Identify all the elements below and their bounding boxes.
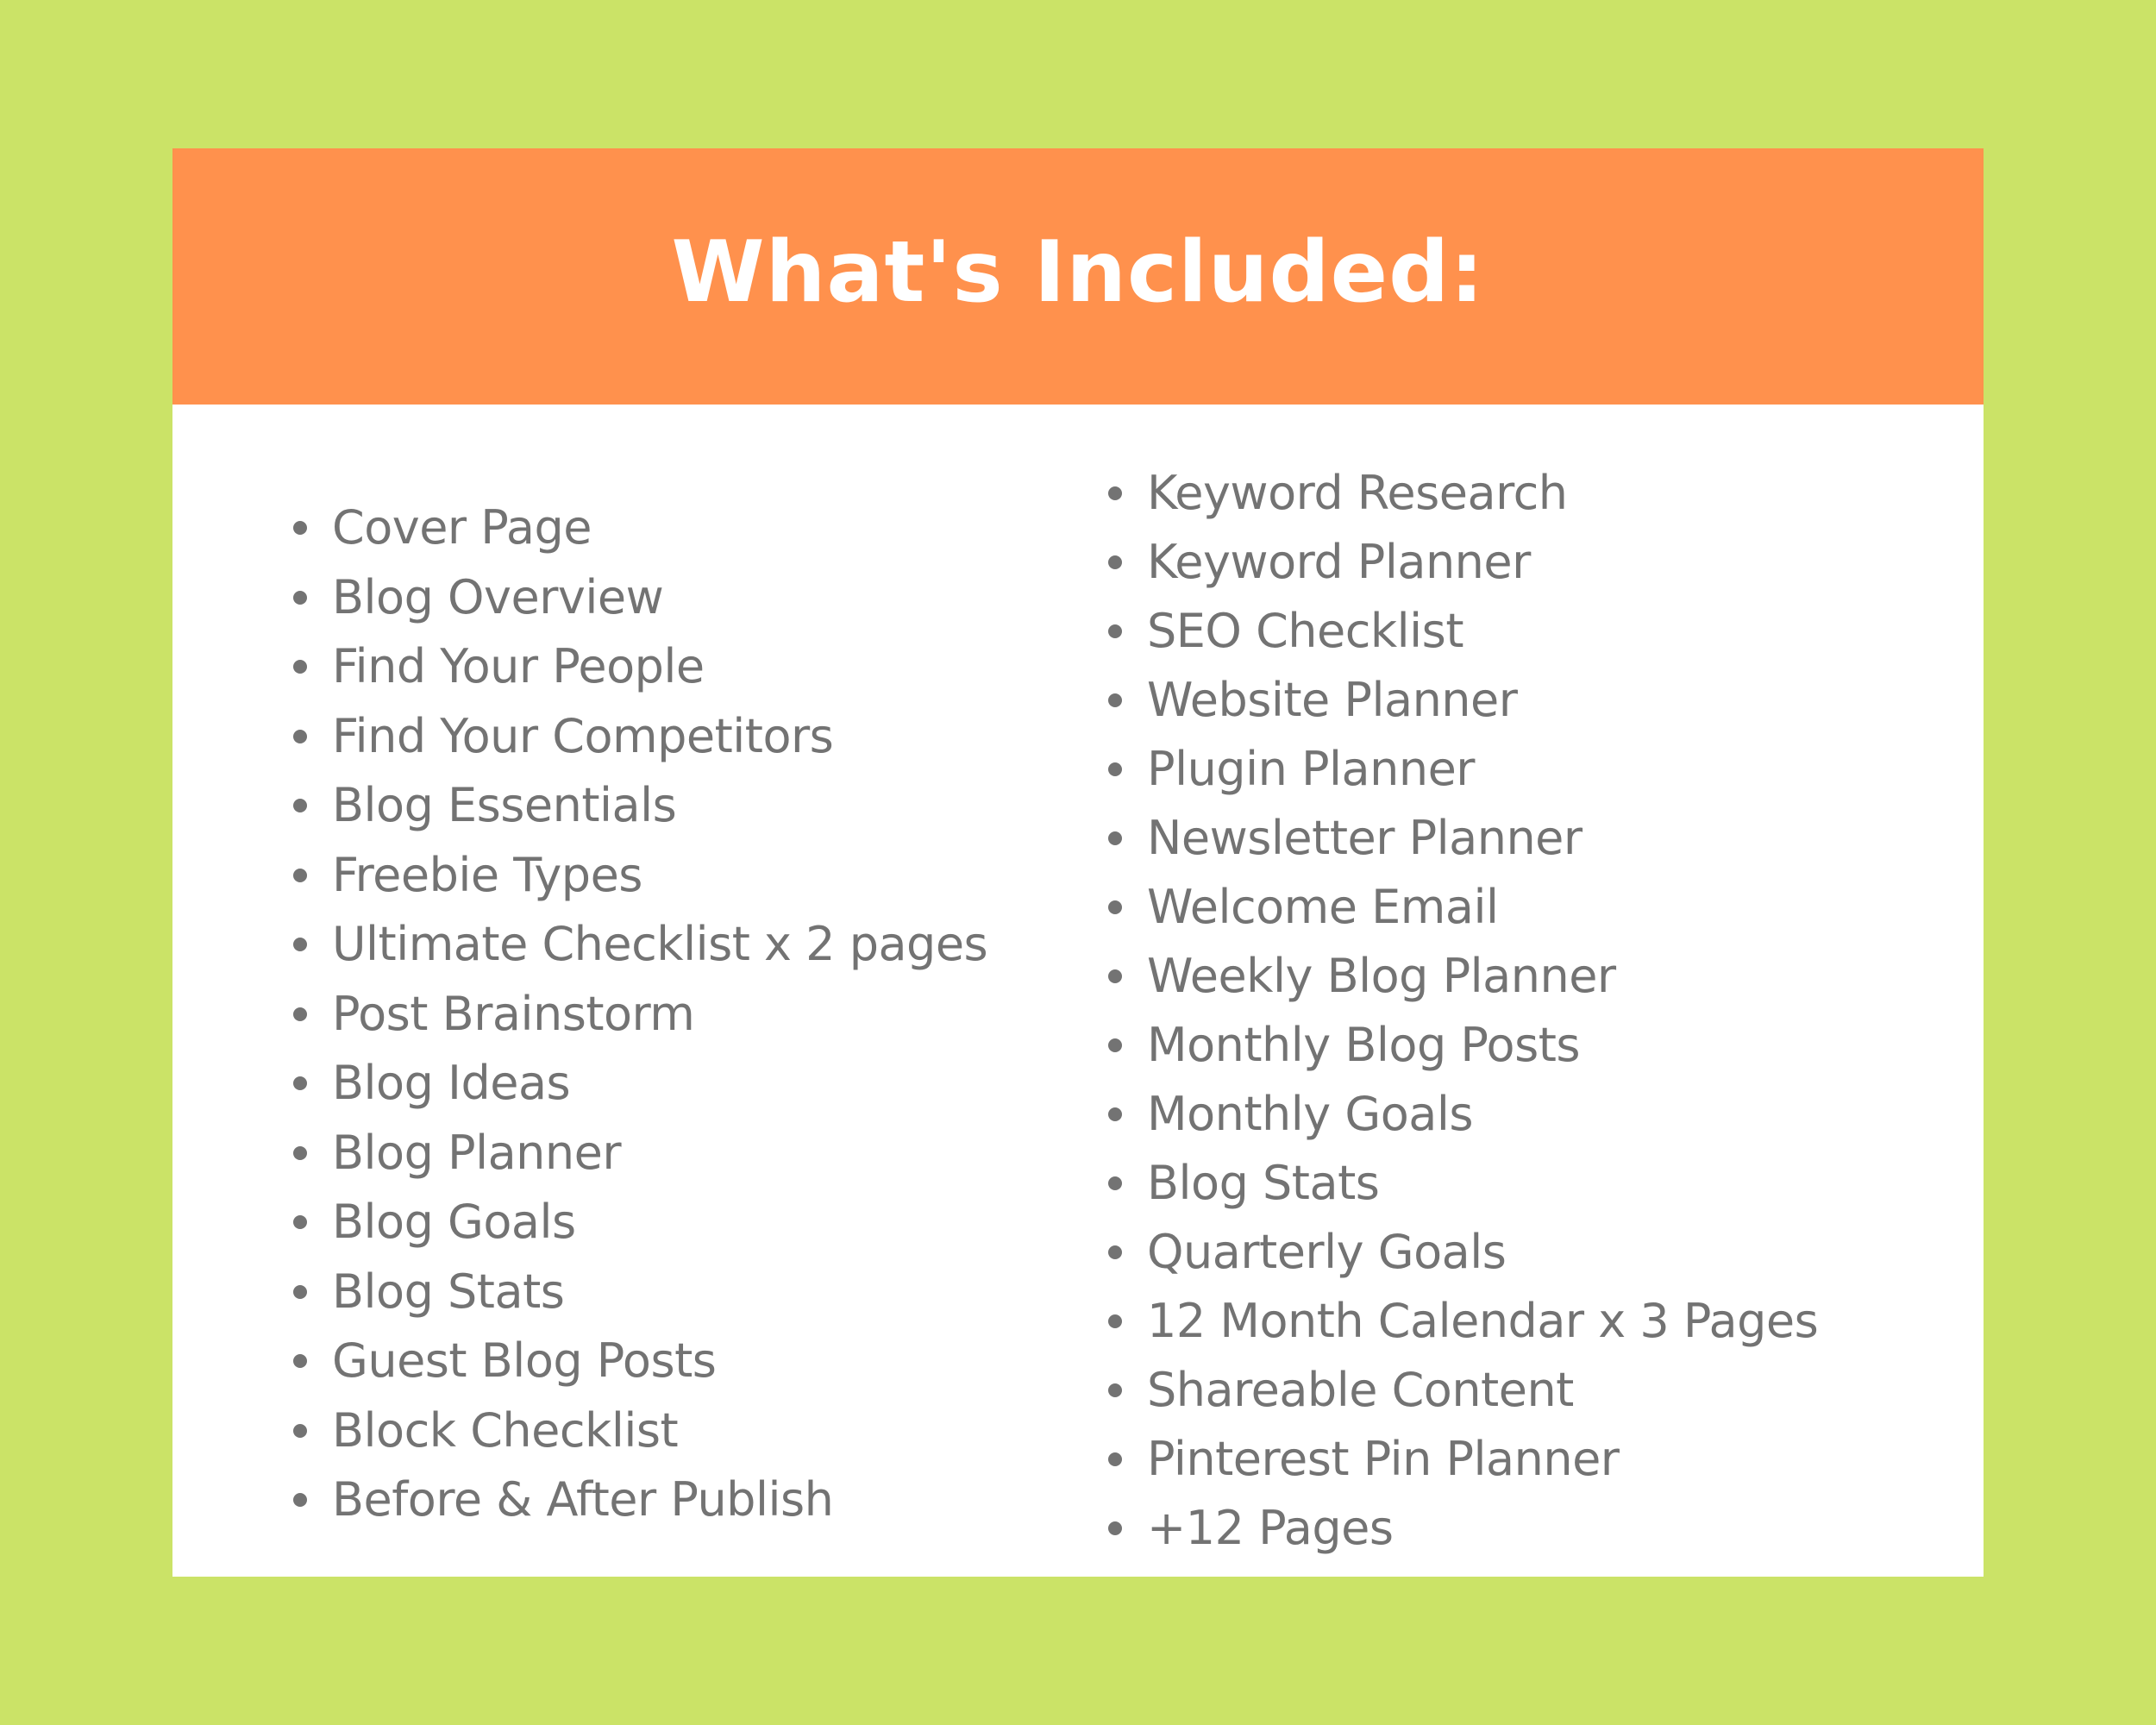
list-item-label: 12 Month Calendar x 3 Pages [1147,1294,1819,1348]
list-item: Blog Stats [1108,1149,1818,1218]
bullet-icon [1108,1245,1122,1259]
list-item-label: Blog Planner [332,1125,622,1180]
list-item: Plugin Planner [1108,735,1818,804]
list-item-label: Welcome Email [1147,880,1499,934]
list-item-label: Before & After Publish [332,1472,834,1527]
list-item-label: Find Your People [332,639,705,693]
list-item: Find Your Competitors [293,702,987,772]
list-item: Ultimate Checklist x 2 pages [293,910,988,980]
list-item-label: Guest Blog Posts [332,1333,717,1388]
list-item-label: SEO Checklist [1147,604,1464,658]
bullet-icon [1108,555,1122,569]
list-item: Weekly Blog Planner [1108,942,1818,1011]
list-item-label: Quarterly Goals [1147,1225,1507,1279]
list-item-label: Plugin Planner [1147,742,1476,796]
list-item: Keyword Research [1108,459,1818,528]
list-item-label: Post Brainstorm [332,986,695,1041]
list-item-label: Monthly Goals [1147,1087,1474,1141]
list-item: Find Your People [293,632,987,702]
list-item: Cover Page [293,493,987,563]
list-item-label: Blog Stats [1147,1156,1380,1210]
bullet-icon [293,521,307,535]
list-item: SEO Checklist [1108,597,1818,666]
list-item: Shareable Content [1108,1356,1818,1425]
bullet-icon [293,938,307,951]
header-banner: What's Included: [172,148,1984,405]
list-item-label: Cover Page [332,500,592,555]
bullet-icon [293,868,307,882]
bullet-icon [293,590,307,605]
list-item: Blog Planner [293,1119,987,1189]
bullet-icon [1108,831,1122,845]
bullet-icon [1108,1383,1122,1397]
list-item-label: +12 Pages [1147,1501,1394,1555]
bullet-icon [293,1284,307,1299]
list-item-label: Block Checklist [332,1402,679,1458]
bullet-icon [293,1076,307,1090]
list-item-label: Keyword Research [1147,466,1568,520]
bullet-icon [1108,762,1122,776]
list-item-label: Newsletter Planner [1147,811,1583,865]
bullet-icon [1108,1314,1122,1328]
bullet-icon [1108,1452,1122,1466]
bullet-icon [293,1007,307,1021]
list-item: Quarterly Goals [1108,1218,1818,1287]
bullet-icon [1108,969,1122,983]
list-item-label: Blog Goals [332,1195,576,1249]
included-card: What's Included: Cover Page Blog Overview… [172,148,1984,1577]
bullet-icon [1108,624,1122,638]
bullet-icon [1108,693,1122,707]
list-item-label: Keyword Planner [1147,535,1531,589]
bullet-icon [1108,900,1122,914]
bullet-icon [293,729,307,743]
list-item-label: Blog Essentials [332,778,677,832]
bullet-icon [293,660,307,674]
bullet-icon [1108,1038,1122,1052]
list-item: Monthly Blog Posts [1108,1011,1818,1080]
list-item-label: Blog Overview [332,569,664,624]
list-item: Freebie Types [293,841,987,911]
included-list-left: Cover Page Blog Overview Find Your People F… [293,493,988,1535]
bullet-icon [293,1145,307,1160]
bullet-icon [293,799,307,812]
page-title: What's Included: [671,223,1485,322]
bullet-icon [1108,1176,1122,1190]
list-item: Keyword Planner [1108,528,1818,597]
list-item-label: Weekly Blog Planner [1147,949,1616,1003]
list-item: Post Brainstorm [293,980,987,1050]
list-item: Website Planner [1108,666,1818,735]
list-item-label: Blog Stats [332,1264,565,1319]
list-item-label: Freebie Types [332,847,642,902]
list-item: Welcome Email [1108,873,1818,942]
list-item: Blog Goals [293,1188,987,1258]
list-item-label: Monthly Blog Posts [1147,1018,1581,1072]
list-item: Guest Blog Posts [293,1327,987,1396]
list-item: Newsletter Planner [1108,804,1818,873]
list-item-label: Blog Ideas [332,1056,571,1110]
list-item: Blog Overview [293,563,987,633]
list-item-label: Shareable Content [1147,1363,1574,1417]
list-item: Blog Ideas [293,1049,987,1119]
bullet-icon [293,1354,307,1368]
list-item: Monthly Goals [1108,1080,1818,1149]
bullet-icon [293,1423,307,1438]
list-item: +12 Pages [1108,1494,1818,1563]
list-item: Blog Stats [293,1258,987,1327]
list-item: Block Checklist [293,1396,987,1466]
bullet-icon [293,1493,307,1507]
list-item: Pinterest Pin Planner [1108,1425,1818,1494]
included-list-right: Keyword Research Keyword Planner SEO Check… [1108,459,1819,1563]
list-item-label: Ultimate Checklist x 2 pages [332,917,988,971]
list-item: Before & After Publish [293,1465,987,1535]
bullet-icon [293,1215,307,1229]
list-item: Blog Essentials [293,771,987,841]
list-item: 12 Month Calendar x 3 Pages [1108,1287,1819,1356]
list-item-label: Find Your Competitors [332,708,834,763]
bullet-icon [1108,1521,1122,1535]
list-item-label: Website Planner [1147,673,1518,727]
bullet-icon [1108,486,1122,500]
bullet-icon [1108,1107,1122,1121]
list-item-label: Pinterest Pin Planner [1147,1432,1620,1486]
